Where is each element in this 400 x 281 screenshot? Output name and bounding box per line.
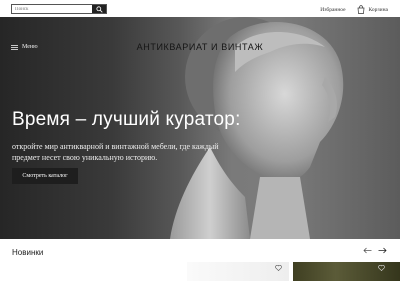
hero-description: откройте мир антикварной и винтажной меб…	[12, 142, 219, 162]
header-links: Избранное Корзина	[320, 5, 388, 14]
cart-link[interactable]: Корзина	[369, 7, 388, 13]
favorites-link[interactable]: Избранное	[320, 7, 345, 13]
news-title: Новинки	[12, 248, 44, 257]
menu-icon	[11, 44, 18, 50]
cart-icon[interactable]	[357, 5, 365, 14]
search-icon	[95, 5, 103, 13]
heart-icon[interactable]	[275, 265, 282, 271]
top-bar: Избранное Корзина	[0, 0, 400, 17]
menu-button[interactable]: Меню	[11, 44, 38, 50]
heart-icon[interactable]	[378, 265, 385, 271]
product-cards	[0, 262, 400, 281]
brand-logo[interactable]: АНТИКВАРИАТ И ВИНТАЖ	[0, 42, 400, 52]
arrow-right-icon[interactable]	[378, 247, 387, 254]
search-input[interactable]	[12, 5, 93, 13]
search-form	[11, 4, 107, 14]
carousel-controls	[357, 247, 387, 254]
product-card[interactable]	[293, 262, 400, 281]
hero-banner: АНТИКВАРИАТ И ВИНТАЖ Меню Время – лучший…	[0, 17, 400, 239]
search-button[interactable]	[92, 5, 106, 13]
product-card[interactable]	[187, 262, 289, 281]
menu-label: Меню	[22, 44, 38, 50]
view-catalog-button[interactable]: Смотреть каталог	[12, 168, 78, 184]
hero-title: Время – лучший куратор:	[12, 109, 241, 130]
arrow-left-icon[interactable]	[363, 247, 372, 254]
